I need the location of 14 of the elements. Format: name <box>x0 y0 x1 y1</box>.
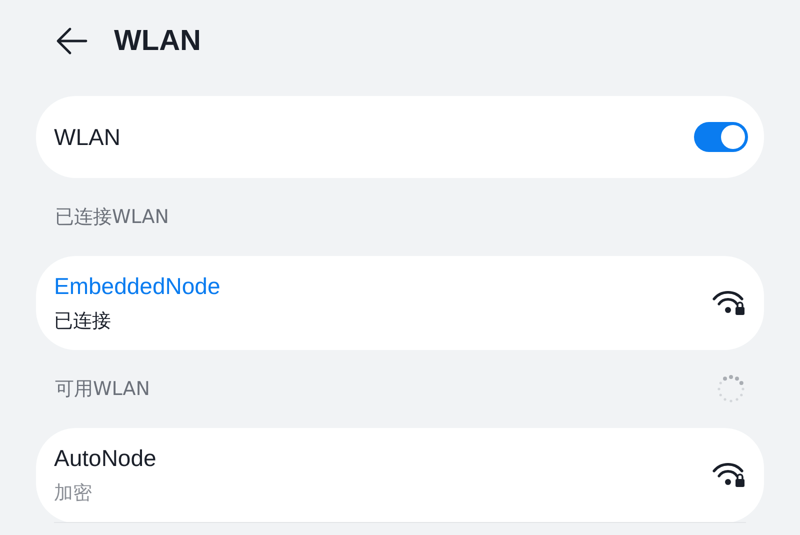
network-item[interactable]: AutoNode 加密 <box>54 428 746 523</box>
network-name: EmbeddedNode <box>54 272 220 300</box>
wifi-lock-icon <box>712 290 746 316</box>
section-title: 可用WLAN <box>55 377 150 402</box>
wlan-switch[interactable] <box>694 122 748 152</box>
wlan-label: WLAN <box>54 124 120 150</box>
section-title: 已连接WLAN <box>55 205 170 230</box>
network-status: 加密 <box>54 480 93 506</box>
network-item[interactable]: EmbeddedNode 已连接 <box>54 256 746 350</box>
network-status: 已连接 <box>54 308 112 334</box>
back-arrow-icon[interactable] <box>56 27 88 55</box>
page-title: WLAN <box>114 24 201 58</box>
wifi-lock-icon <box>712 462 746 488</box>
network-name: AutoNode <box>54 444 156 472</box>
